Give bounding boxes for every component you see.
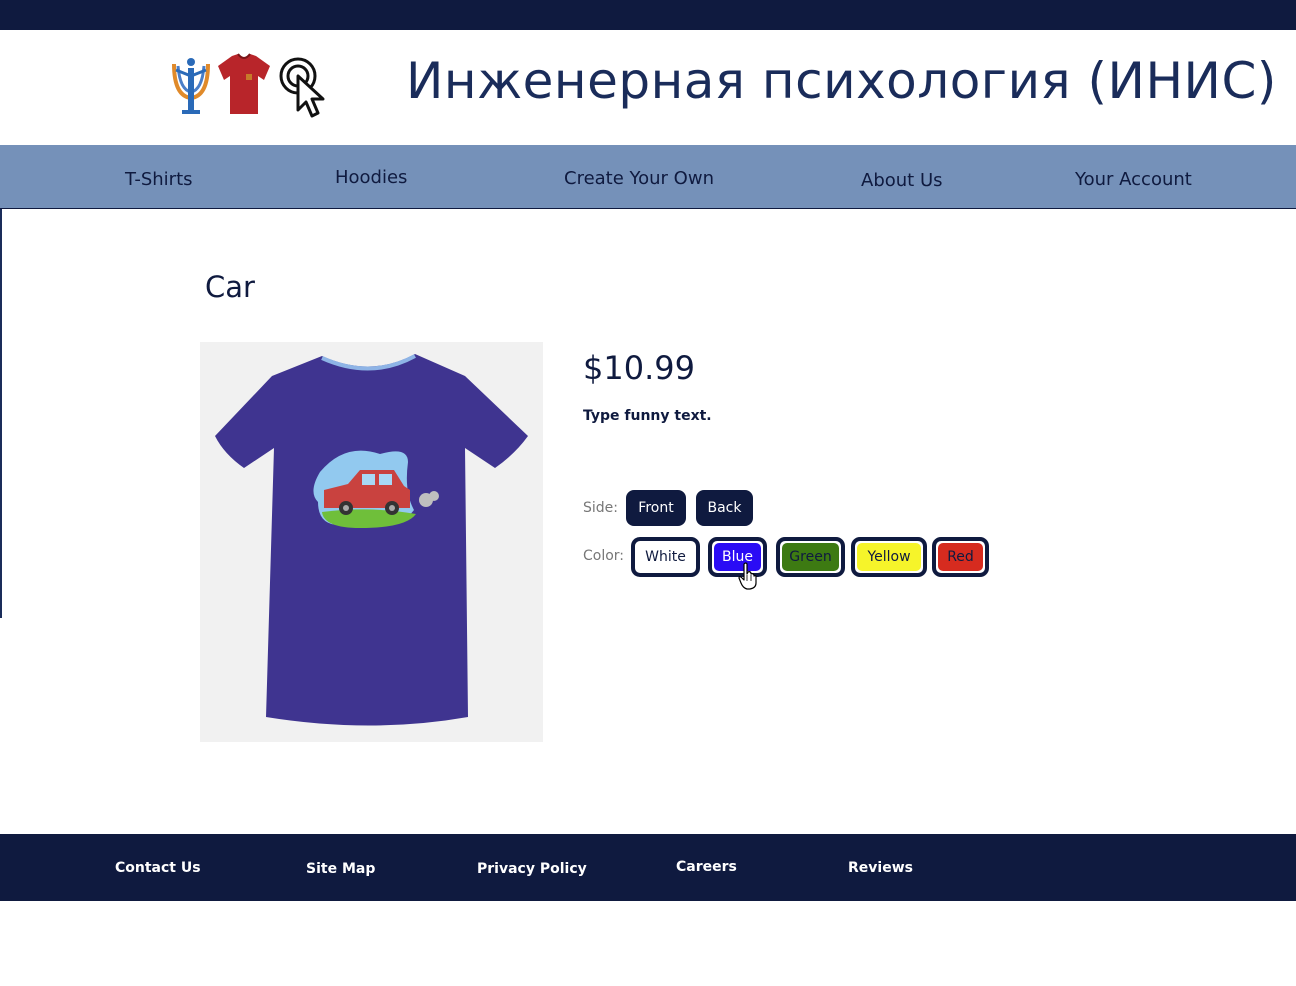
color-white-button[interactable]: White (631, 537, 700, 577)
main-nav: T-Shirts Hoodies Create Your Own About U… (0, 145, 1296, 209)
nav-item-create-your-own[interactable]: Create Your Own (564, 168, 714, 189)
nav-item-t-shirts[interactable]: T-Shirts (125, 169, 193, 190)
click-cursor-icon (279, 57, 325, 118)
footer-link-site-map[interactable]: Site Map (306, 861, 375, 877)
hand-pointer-icon (738, 562, 757, 590)
product-description: Type funny text. (583, 408, 712, 424)
product-title: Car (205, 270, 255, 304)
site-logo[interactable] (168, 52, 334, 120)
footer-link-privacy-policy[interactable]: Privacy Policy (477, 861, 587, 877)
left-edge-line (0, 209, 2, 618)
nav-item-about-us[interactable]: About Us (861, 170, 943, 191)
top-bar (0, 0, 1296, 30)
color-yellow-label: Yellow (857, 543, 921, 571)
t-shirt-car-image (200, 342, 543, 742)
site-footer: Contact Us Site Map Privacy Policy Caree… (0, 834, 1296, 901)
color-yellow-button[interactable]: Yellow (851, 537, 927, 577)
psychology-logo-icon (172, 58, 210, 114)
footer-link-careers[interactable]: Careers (676, 859, 737, 875)
shirt-logo-icon (218, 53, 270, 114)
side-front-button[interactable]: Front (626, 490, 686, 526)
footer-link-contact-us[interactable]: Contact Us (115, 860, 201, 876)
color-red-button[interactable]: Red (932, 537, 989, 577)
nav-item-hoodies[interactable]: Hoodies (335, 167, 407, 188)
nav-item-your-account[interactable]: Your Account (1075, 169, 1192, 190)
site-header: Инженерная психология (ИНИС) (0, 30, 1296, 145)
color-green-button[interactable]: Green (776, 537, 845, 577)
product-price: $10.99 (583, 349, 695, 387)
site-title: Инженерная психология (ИНИС) (406, 52, 1277, 110)
color-red-label: Red (938, 543, 983, 571)
color-green-label: Green (782, 543, 839, 571)
footer-link-reviews[interactable]: Reviews (848, 860, 913, 876)
side-back-button[interactable]: Back (696, 490, 753, 526)
color-label: Color: (583, 548, 625, 564)
color-white-label: White (637, 543, 694, 571)
side-label: Side: (583, 500, 618, 516)
